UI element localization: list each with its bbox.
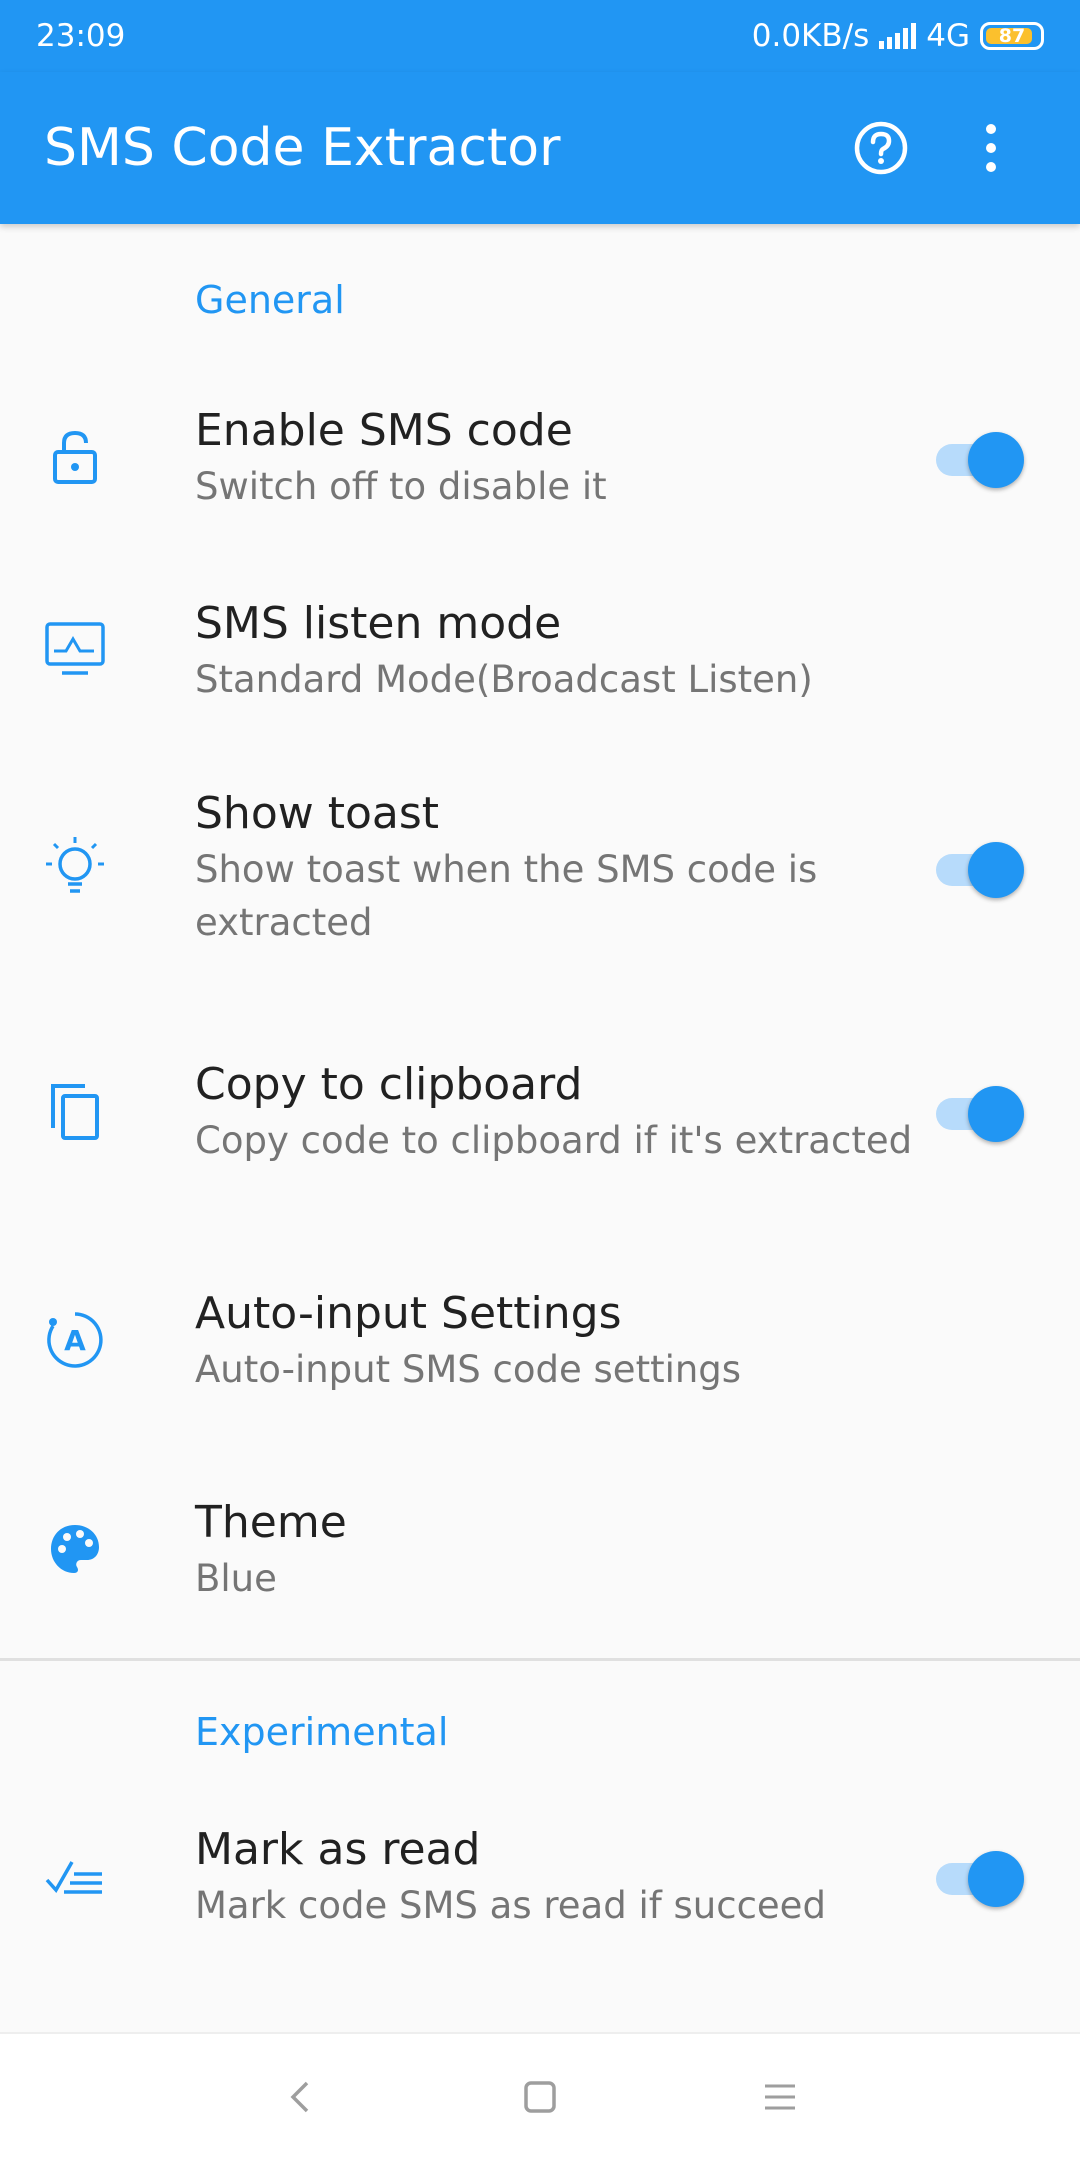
home-icon xyxy=(524,2081,556,2113)
pref-title: Theme xyxy=(195,1496,347,1548)
pref-auto-input-settings[interactable]: A Auto-input Settings Auto-input SMS cod… xyxy=(0,1240,1080,1440)
home-button[interactable] xyxy=(510,2067,570,2127)
pref-mark-as-read[interactable]: Mark as read Mark code SMS as read if su… xyxy=(0,1793,1080,1959)
status-indicators: 0.0KB/s 4G 87 xyxy=(752,18,1044,54)
more-vert-icon xyxy=(986,124,996,172)
lock-open-icon xyxy=(53,430,97,484)
auto-input-icon: A xyxy=(47,1312,103,1368)
signal-icon xyxy=(879,23,917,49)
navigation-bar xyxy=(0,2032,1080,2160)
pref-title: Auto-input Settings xyxy=(195,1287,622,1339)
copy-icon xyxy=(51,1084,99,1140)
pref-summary: Copy code to clipboard if it's extracted xyxy=(195,1118,913,1162)
pref-title: Mark as read xyxy=(195,1823,481,1875)
pref-title: Show toast xyxy=(195,788,440,839)
net-speed: 0.0KB/s xyxy=(751,18,870,54)
status-time: 23:09 xyxy=(36,18,126,54)
recents-icon xyxy=(765,2084,795,2110)
back-icon xyxy=(290,2081,309,2113)
recents-button[interactable] xyxy=(750,2067,810,2127)
palette-icon xyxy=(51,1525,99,1573)
back-button[interactable] xyxy=(270,2067,330,2127)
pref-title: Copy to clipboard xyxy=(195,1058,583,1110)
copy-to-clipboard-toggle[interactable] xyxy=(936,1081,1026,1142)
show-toast-toggle[interactable] xyxy=(936,837,1026,898)
battery-level: 87 xyxy=(998,25,1026,47)
settings-list: General Enable SMS code Switch off to di… xyxy=(0,224,1080,1959)
pref-summary: Mark code SMS as read if succeed xyxy=(195,1883,826,1927)
pref-summary: Switch off to disable it xyxy=(195,464,607,508)
help-circle-icon xyxy=(854,121,908,175)
battery-icon: 87 xyxy=(980,22,1044,50)
pref-show-toast[interactable]: Show toast Show toast when the SMS code … xyxy=(0,752,1080,982)
pref-summary: Show toast when the SMS code is extracte… xyxy=(195,848,818,944)
pref-sms-listen-mode[interactable]: SMS listen mode Standard Mode(Broadcast … xyxy=(0,548,1080,752)
pref-theme[interactable]: Theme Blue xyxy=(0,1440,1080,1658)
pref-copy-to-clipboard[interactable]: Copy to clipboard Copy code to clipboard… xyxy=(0,982,1080,1240)
section-header-experimental: Experimental xyxy=(195,1710,449,1754)
svg-text:A: A xyxy=(64,1324,86,1357)
mark-as-read-toggle[interactable] xyxy=(936,1846,1026,1907)
pref-enable-sms-code[interactable]: Enable SMS code Switch off to disable it xyxy=(0,366,1080,548)
status-bar: 23:09 0.0KB/s 4G 87 xyxy=(0,0,1080,72)
pref-summary: Standard Mode(Broadcast Listen) xyxy=(195,657,813,701)
overflow-menu-button[interactable] xyxy=(946,103,1036,193)
mark-read-icon xyxy=(45,1861,102,1894)
help-button[interactable] xyxy=(836,103,926,193)
pref-title: Enable SMS code xyxy=(195,404,573,456)
lightbulb-icon xyxy=(46,837,104,893)
section-header-general: General xyxy=(195,278,345,322)
app-title: SMS Code Extractor xyxy=(44,118,561,178)
pref-summary: Blue xyxy=(195,1556,277,1600)
monitor-icon xyxy=(45,622,105,675)
pref-title: SMS listen mode xyxy=(195,597,562,649)
pref-summary: Auto-input SMS code settings xyxy=(195,1347,742,1391)
app-bar: SMS Code Extractor xyxy=(0,72,1080,224)
enable-sms-code-toggle[interactable] xyxy=(936,427,1026,488)
network-type: 4G xyxy=(926,18,970,54)
